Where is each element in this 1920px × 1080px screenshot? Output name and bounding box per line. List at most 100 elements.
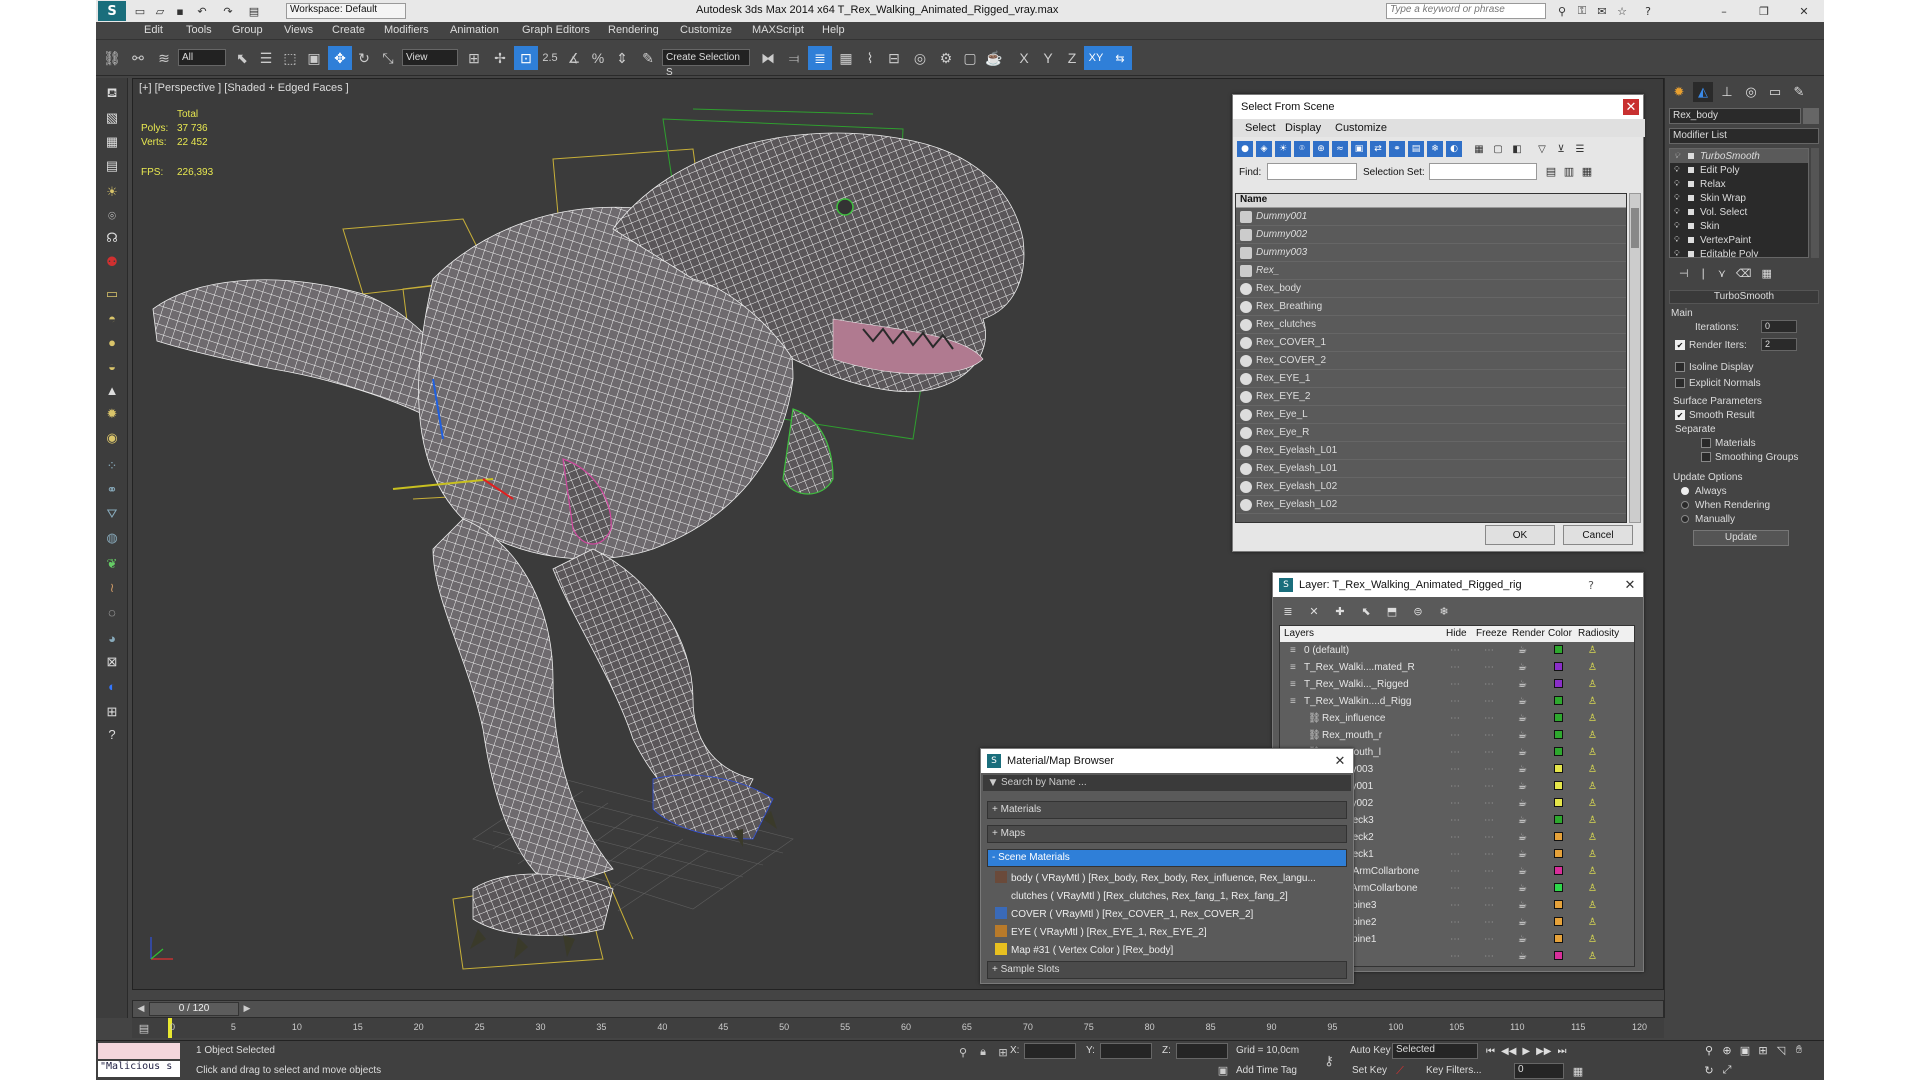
layer-color-swatch[interactable] bbox=[1554, 781, 1563, 790]
freeze-toggle[interactable]: ⋯ bbox=[1484, 747, 1494, 758]
freeze-toggle[interactable]: ⋯ bbox=[1484, 900, 1494, 911]
scene-list-item[interactable]: Rex_COVER_1 bbox=[1236, 334, 1626, 352]
binoculars-icon[interactable]: ⚲ bbox=[1554, 3, 1570, 19]
modifier-stack-item[interactable]: 💡︎ Skin Wrap bbox=[1670, 191, 1808, 205]
lights-filter-icon[interactable]: ☀ bbox=[1275, 141, 1291, 157]
layer-row[interactable]: ≡ T_Rex_Walkin....d_Rigg ⋯ ⋯ ☕︎ ♙ bbox=[1280, 693, 1634, 710]
sun-icon[interactable]: ✹ bbox=[102, 404, 122, 424]
freeze-toggle[interactable]: ⋯ bbox=[1484, 730, 1494, 741]
manipulate-icon[interactable]: ✢ bbox=[488, 46, 512, 70]
time-tag-icon[interactable]: ▣ bbox=[1216, 1063, 1230, 1077]
always-radio[interactable] bbox=[1681, 487, 1689, 495]
z-coord-field[interactable] bbox=[1176, 1043, 1228, 1059]
layer-color-swatch[interactable] bbox=[1554, 696, 1563, 705]
turbosmooth-rollout-title[interactable]: TurboSmooth bbox=[1669, 290, 1819, 304]
col-render[interactable]: Render bbox=[1512, 628, 1545, 639]
render-iters-spinner[interactable]: 2 bbox=[1761, 338, 1797, 351]
iterations-spinner[interactable]: 0 bbox=[1761, 320, 1797, 333]
hide-toggle[interactable]: ⋯ bbox=[1450, 815, 1460, 826]
render-teapot-icon[interactable]: ☕︎ bbox=[1518, 832, 1527, 843]
scene-object-list[interactable]: Name Dummy001 Dummy002 Dummy003 Rex_ Rex_bod… bbox=[1235, 193, 1627, 523]
scene-list-item[interactable]: Rex_Eyelash_L01 bbox=[1236, 460, 1626, 478]
geometry-filter-icon[interactable]: ● bbox=[1237, 141, 1253, 157]
radiosity-icon[interactable]: ♙ bbox=[1588, 849, 1598, 861]
render-teapot-icon[interactable]: ☕︎ bbox=[1518, 645, 1527, 656]
render-teapot-icon[interactable]: ☕︎ bbox=[1518, 679, 1527, 690]
object-color-swatch[interactable] bbox=[1803, 108, 1819, 124]
layer-color-swatch[interactable] bbox=[1554, 662, 1563, 671]
keyboard-shortcut-override-icon[interactable]: ⊡ bbox=[514, 46, 538, 70]
render-teapot-icon[interactable]: ☕︎ bbox=[1518, 934, 1527, 945]
hide-toggle[interactable]: ⋯ bbox=[1450, 713, 1460, 724]
configure-sets-icon[interactable]: ▦ bbox=[1761, 264, 1771, 282]
freeze-toggle[interactable]: ⋯ bbox=[1484, 934, 1494, 945]
scene-list-item[interactable]: Rex_clutches bbox=[1236, 316, 1626, 334]
subscription-icon[interactable]: ⚿ bbox=[1574, 3, 1590, 19]
section-sample-slots[interactable]: + Sample Slots bbox=[987, 961, 1347, 979]
section-maps[interactable]: + Maps bbox=[987, 825, 1347, 843]
menu-animation[interactable]: Animation bbox=[450, 24, 499, 36]
menu-maxscript[interactable]: MAXScript bbox=[752, 24, 804, 36]
freeze-toggle[interactable]: ⋯ bbox=[1484, 662, 1494, 673]
ref-coord-dropdown[interactable]: View bbox=[402, 49, 458, 66]
render-teapot-icon[interactable]: ☕︎ bbox=[1518, 917, 1527, 928]
layer-color-swatch[interactable] bbox=[1554, 934, 1563, 943]
col-freeze[interactable]: Freeze bbox=[1476, 628, 1507, 639]
render-teapot-icon[interactable]: ☕︎ bbox=[1518, 866, 1527, 877]
y-coord-field[interactable] bbox=[1100, 1043, 1152, 1059]
filter-icon[interactable]: ▽ bbox=[1534, 141, 1550, 157]
selection-filter-dropdown[interactable]: All bbox=[178, 49, 226, 66]
minimize-icon[interactable]: – bbox=[1716, 3, 1732, 19]
layer-color-swatch[interactable] bbox=[1554, 866, 1563, 875]
xrefs-filter-icon[interactable]: ⇄ bbox=[1370, 141, 1386, 157]
time-next-icon[interactable]: ▶ bbox=[241, 1002, 253, 1016]
render-production-icon[interactable]: ☕ bbox=[982, 46, 1006, 70]
set-key-button[interactable]: Set Key bbox=[1352, 1065, 1387, 1076]
modifier-expand-icon[interactable] bbox=[1688, 237, 1694, 243]
selection-lock-icon[interactable]: 🔒︎ bbox=[976, 1045, 990, 1059]
lightbulb-icon[interactable]: ☀ bbox=[102, 182, 122, 202]
help-icon[interactable]: ? bbox=[1640, 3, 1656, 19]
render-teapot-icon[interactable]: ☕︎ bbox=[1518, 815, 1527, 826]
hide-toggle[interactable]: ⋯ bbox=[1450, 849, 1460, 860]
scene-list-item[interactable]: Dummy002 bbox=[1236, 226, 1626, 244]
time-config-icon[interactable]: ▦ bbox=[1570, 1063, 1586, 1079]
snaps-toggle-icon[interactable]: 2.5 bbox=[538, 46, 562, 70]
freeze-toggle[interactable]: ⋯ bbox=[1484, 951, 1494, 962]
make-unique-icon[interactable]: ⋎ bbox=[1718, 264, 1726, 282]
scene-list-item[interactable]: Rex_Eyelash_L02 bbox=[1236, 496, 1626, 514]
render-iters-checkbox[interactable]: ✔ bbox=[1675, 340, 1685, 350]
cancel-button[interactable]: Cancel bbox=[1563, 525, 1633, 545]
scene-list-item[interactable]: Rex_body bbox=[1236, 280, 1626, 298]
modifier-toggle-icon[interactable]: 💡︎ bbox=[1674, 235, 1686, 245]
axis-xy-button[interactable]: XY bbox=[1084, 46, 1108, 70]
modifier-expand-icon[interactable] bbox=[1688, 209, 1694, 215]
radiosity-icon[interactable]: ♙ bbox=[1588, 696, 1598, 708]
menu-create[interactable]: Create bbox=[332, 24, 365, 36]
col-radiosity[interactable]: Radiosity bbox=[1578, 628, 1619, 639]
remove-modifier-icon[interactable]: ⌫ bbox=[1736, 264, 1752, 282]
hide-toggle[interactable]: ⋯ bbox=[1450, 730, 1460, 741]
sphere-icon[interactable]: ● bbox=[102, 332, 122, 352]
search-input[interactable]: Type a keyword or phrase bbox=[1386, 3, 1546, 19]
add-to-set-icon[interactable]: ▥ bbox=[1561, 163, 1577, 179]
zoom-icon[interactable]: ⚲ bbox=[1702, 1043, 1716, 1057]
dropdown-arrow-icon[interactable]: ▼ bbox=[987, 777, 999, 789]
close-icon[interactable]: ✕ bbox=[1621, 576, 1639, 594]
freeze-toggle[interactable]: ⋯ bbox=[1484, 679, 1494, 690]
modifier-expand-icon[interactable] bbox=[1688, 223, 1694, 229]
auto-key-button[interactable]: Auto Key bbox=[1350, 1045, 1391, 1056]
freeze-toggle[interactable]: ⋯ bbox=[1484, 832, 1494, 843]
filter-options-icon[interactable]: ⊻ bbox=[1553, 141, 1569, 157]
bones-filter-icon[interactable]: ⚭ bbox=[1389, 141, 1405, 157]
render-setup-icon[interactable]: ⚙ bbox=[934, 46, 958, 70]
render-teapot-icon[interactable]: ☕︎ bbox=[1518, 951, 1527, 962]
prev-frame-icon[interactable]: ◀︎◀︎ bbox=[1501, 1043, 1516, 1059]
pan-icon[interactable]: ✋︎ bbox=[1792, 1043, 1806, 1057]
radiosity-icon[interactable]: ♙ bbox=[1588, 713, 1598, 725]
scene-list-item[interactable]: Rex_Eye_R bbox=[1236, 424, 1626, 442]
project-folder-icon[interactable]: ▤ bbox=[246, 3, 262, 19]
zoom-extents-icon[interactable]: ▣ bbox=[1738, 1043, 1752, 1057]
play-icon[interactable]: ▶︎ bbox=[1522, 1043, 1530, 1059]
layer-color-swatch[interactable] bbox=[1554, 900, 1563, 909]
